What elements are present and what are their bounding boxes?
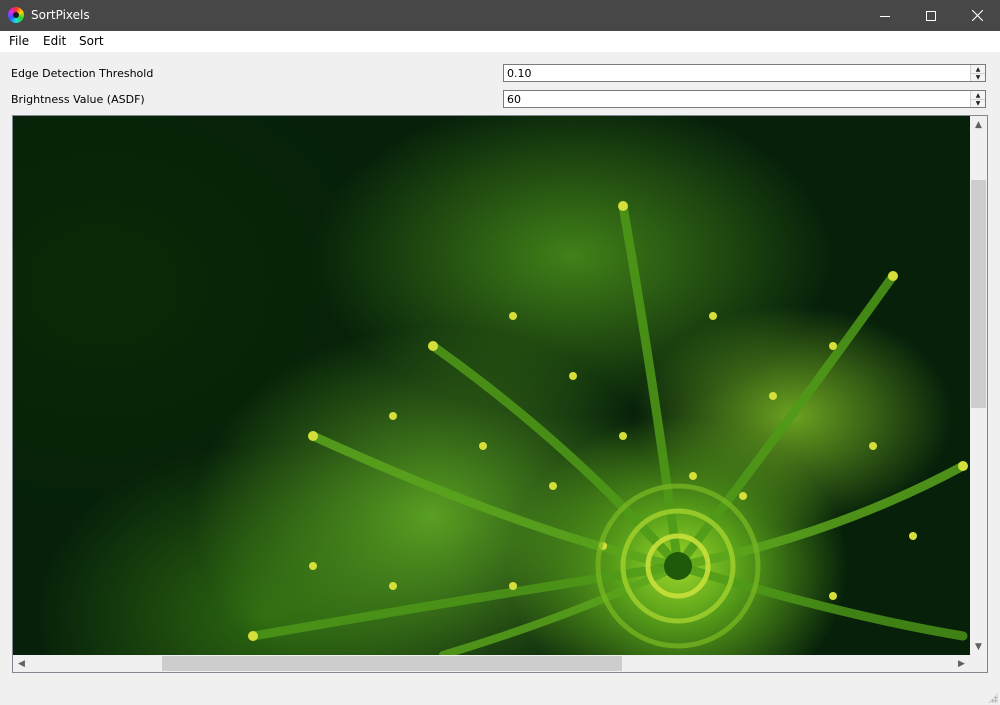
spin-up-icon[interactable]: ▲	[971, 65, 985, 73]
menu-file[interactable]: File	[9, 34, 29, 48]
brightness-label: Brightness Value (ASDF)	[11, 93, 145, 106]
minimize-button[interactable]	[862, 0, 908, 31]
brightness-spinbox[interactable]: 60 ▲ ▼	[503, 90, 986, 108]
minimize-icon	[880, 15, 890, 17]
window-title: SortPixels	[31, 8, 90, 22]
edge-threshold-label: Edge Detection Threshold	[11, 67, 154, 80]
horizontal-scrollbar[interactable]: ◀ ▶	[13, 655, 970, 672]
edge-threshold-spin-buttons: ▲ ▼	[970, 65, 985, 81]
scroll-corner	[970, 655, 987, 672]
vertical-scrollbar[interactable]: ▲ ▼	[970, 116, 987, 655]
maximize-icon	[926, 10, 936, 21]
spin-up-icon[interactable]: ▲	[971, 91, 985, 99]
maximize-button[interactable]	[908, 0, 954, 31]
scroll-down-icon[interactable]: ▼	[970, 638, 987, 655]
fern-fronds-illustration	[248, 201, 968, 655]
scroll-right-icon[interactable]: ▶	[953, 655, 970, 672]
close-icon	[971, 10, 983, 21]
brightness-spin-buttons: ▲ ▼	[970, 91, 985, 107]
menu-edit[interactable]: Edit	[43, 34, 66, 48]
horizontal-scroll-thumb[interactable]	[162, 656, 622, 671]
edge-threshold-value[interactable]: 0.10	[507, 67, 532, 80]
edge-threshold-spinbox[interactable]: 0.10 ▲ ▼	[503, 64, 986, 82]
spin-down-icon[interactable]: ▼	[971, 99, 985, 107]
brightness-value[interactable]: 60	[507, 93, 521, 106]
app-window: SortPixels File Edit Sort Edge Detection…	[0, 0, 1000, 705]
title-bar[interactable]: SortPixels	[0, 0, 1000, 31]
fern-photo	[13, 116, 970, 655]
vertical-scroll-thumb[interactable]	[971, 180, 986, 408]
close-button[interactable]	[954, 0, 1000, 31]
rgb-color-wheel-icon	[8, 7, 24, 23]
spin-down-icon[interactable]: ▼	[971, 73, 985, 81]
scroll-up-icon[interactable]: ▲	[970, 116, 987, 133]
scroll-left-icon[interactable]: ◀	[13, 655, 30, 672]
resize-grip-icon[interactable]	[988, 693, 998, 703]
menu-sort[interactable]: Sort	[79, 34, 104, 48]
menu-bar: File Edit Sort	[0, 31, 1000, 52]
image-scroll-area[interactable]: ▲ ▼ ◀ ▶	[12, 115, 988, 673]
